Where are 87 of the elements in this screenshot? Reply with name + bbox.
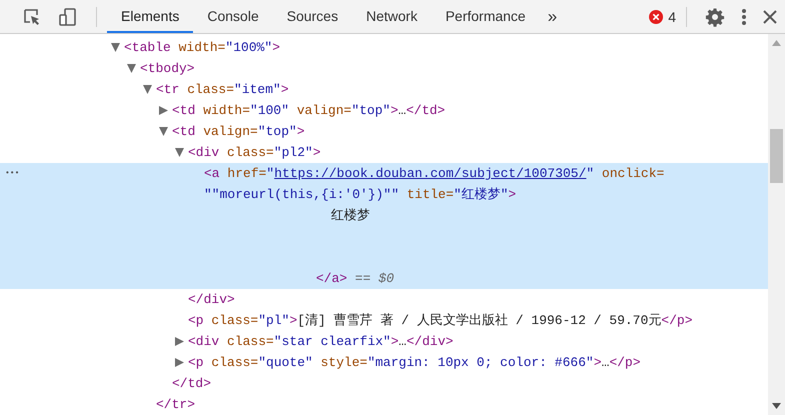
- text-content: …: [398, 103, 406, 118]
- disclosure-triangle-icon[interactable]: [175, 358, 184, 367]
- tag-text: </p>: [609, 355, 641, 370]
- tag-text: >: [508, 187, 516, 202]
- panel-tab[interactable]: Network: [352, 0, 432, 33]
- tag-text: <div: [188, 334, 220, 349]
- tag-text: <td: [172, 103, 196, 118]
- attribute-name: class=: [186, 82, 234, 97]
- attribute-value: "quote": [258, 355, 313, 370]
- attribute-name: href=: [226, 166, 266, 181]
- scrollbar[interactable]: [768, 34, 785, 415]
- tag-text: <a: [204, 166, 220, 181]
- disclosure-triangle-icon[interactable]: [127, 64, 136, 73]
- close-icon[interactable]: [763, 10, 777, 24]
- tag-text: </div>: [406, 334, 454, 349]
- panel-tab[interactable]: Performance: [431, 0, 540, 33]
- disclosure-triangle-icon[interactable]: [175, 148, 184, 157]
- attribute-name: valign=: [202, 124, 258, 139]
- tag-text: >: [390, 103, 398, 118]
- tag-text: <div: [188, 145, 220, 160]
- tag-text: <tbody>: [140, 61, 195, 76]
- attribute-value: ""moreurl(this,{i:'0'})"": [204, 187, 400, 202]
- panel-tab[interactable]: Elements: [107, 0, 194, 33]
- tag-text: </a>: [316, 271, 348, 286]
- tag-text: </td>: [406, 103, 446, 118]
- tag-text: >: [280, 82, 289, 97]
- disclosure-triangle-icon[interactable]: [111, 43, 120, 52]
- disclosure-triangle-icon[interactable]: [159, 106, 168, 115]
- selection-marker: == $0: [354, 271, 394, 286]
- attribute-value: "item": [234, 82, 281, 97]
- attribute-value: "100%": [225, 40, 272, 55]
- tag-text: >: [272, 40, 280, 55]
- attribute-value: "100": [250, 103, 290, 118]
- tag-text: </td>: [172, 376, 212, 391]
- attribute-name: valign=: [296, 103, 352, 118]
- text-content: …: [398, 334, 406, 349]
- attribute-name: width=: [202, 103, 250, 118]
- selected-node-row[interactable]: ••• <a href="https://book.douban.com/subject/1007305/" onclick= ""moreurl(this,{i:'0'})"" title="红楼梦"> 红楼梦 </a> == $0: [0, 163, 768, 289]
- tag-text: </tr>: [156, 397, 196, 412]
- tag-text: >: [390, 334, 399, 349]
- tag-text: <p: [188, 313, 204, 328]
- tag-text: >: [594, 355, 602, 370]
- disclosure-triangle-icon[interactable]: [143, 85, 152, 94]
- attribute-value: "top": [258, 124, 297, 139]
- attribute-value: "pl": [258, 313, 290, 328]
- text-content: 红楼梦: [331, 208, 370, 223]
- more-tabs-button[interactable]: »: [540, 6, 566, 26]
- disclosure-triangle-icon[interactable]: [175, 337, 184, 346]
- panel-tab[interactable]: Console: [193, 0, 273, 33]
- menu-icon[interactable]: [741, 8, 747, 26]
- tag-text: >: [296, 124, 305, 139]
- link[interactable]: https://book.douban.com/subject/1007305/: [274, 166, 586, 181]
- attribute-value: "star clearfix": [274, 334, 391, 349]
- scrollbar-thumb[interactable]: [770, 129, 783, 183]
- attribute-name: class=: [226, 145, 274, 160]
- inspect-icon[interactable]: [22, 6, 42, 26]
- attribute-name: onclick=: [600, 166, 664, 181]
- attribute-value: ": [266, 166, 274, 181]
- text-content: [清] 曹雪芹 著 / 人民文学出版社 / 1996-12 / 59.70元: [297, 313, 662, 328]
- panel-tab[interactable]: Sources: [272, 0, 352, 33]
- attribute-value: "top": [351, 103, 390, 118]
- error-count[interactable]: 4: [668, 8, 676, 24]
- tag-text: </p>: [661, 313, 693, 328]
- tag-text: <td: [172, 124, 196, 139]
- tag-text: >: [312, 145, 321, 160]
- disclosure-triangle-icon[interactable]: [159, 127, 168, 136]
- attribute-name: class=: [226, 334, 274, 349]
- settings-icon[interactable]: [705, 6, 725, 26]
- scroll-down-icon[interactable]: [772, 403, 781, 409]
- attribute-name: title=: [406, 187, 454, 202]
- tag-text: <tr: [156, 82, 180, 97]
- attribute-name: class=: [210, 313, 258, 328]
- attribute-value: "margin: 10px 0; color: #666": [367, 355, 594, 370]
- attribute-value: ": [586, 166, 594, 181]
- tag-text: >: [289, 313, 298, 328]
- attribute-name: width=: [178, 40, 226, 55]
- node-actions-marker[interactable]: •••: [5, 163, 20, 184]
- tag-text: </div>: [188, 292, 235, 307]
- error-icon[interactable]: [649, 10, 664, 24]
- attribute-value: "红楼梦": [454, 187, 508, 202]
- attribute-value: "pl2": [274, 145, 313, 160]
- text-content: …: [602, 355, 610, 370]
- tag-text: <table: [124, 40, 171, 55]
- attribute-name: style=: [320, 355, 368, 370]
- tag-text: <p: [188, 355, 204, 370]
- attribute-name: class=: [210, 355, 258, 370]
- device-icon[interactable]: [58, 6, 78, 26]
